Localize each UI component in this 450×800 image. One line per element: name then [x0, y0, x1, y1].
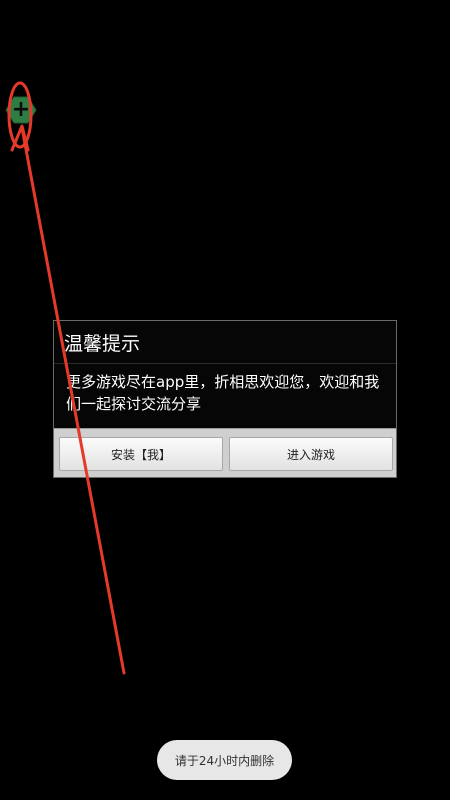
- dialog-button-bar: 安装【我】 进入游戏: [54, 428, 396, 477]
- floating-plus-button[interactable]: +: [5, 94, 37, 126]
- dialog-title: 温馨提示: [64, 333, 141, 355]
- toast-message: 请于24小时内删除: [157, 740, 292, 780]
- dialog-divider: [54, 363, 396, 364]
- annotation-arrowhead: [10, 124, 30, 152]
- dialog-message: 更多游戏尽在app里，折相思欢迎您，欢迎和我们一起探讨交流分享: [66, 373, 380, 413]
- app-screen: + 温馨提示 更多游戏尽在app里，折相思欢迎您，欢迎和我们一起探讨交流分享 安…: [0, 0, 450, 800]
- enter-game-button[interactable]: 进入游戏: [229, 437, 393, 471]
- install-button[interactable]: 安装【我】: [59, 437, 223, 471]
- tip-dialog: 温馨提示 更多游戏尽在app里，折相思欢迎您，欢迎和我们一起探讨交流分享 安装【…: [53, 320, 397, 478]
- plus-icon: +: [11, 97, 31, 122]
